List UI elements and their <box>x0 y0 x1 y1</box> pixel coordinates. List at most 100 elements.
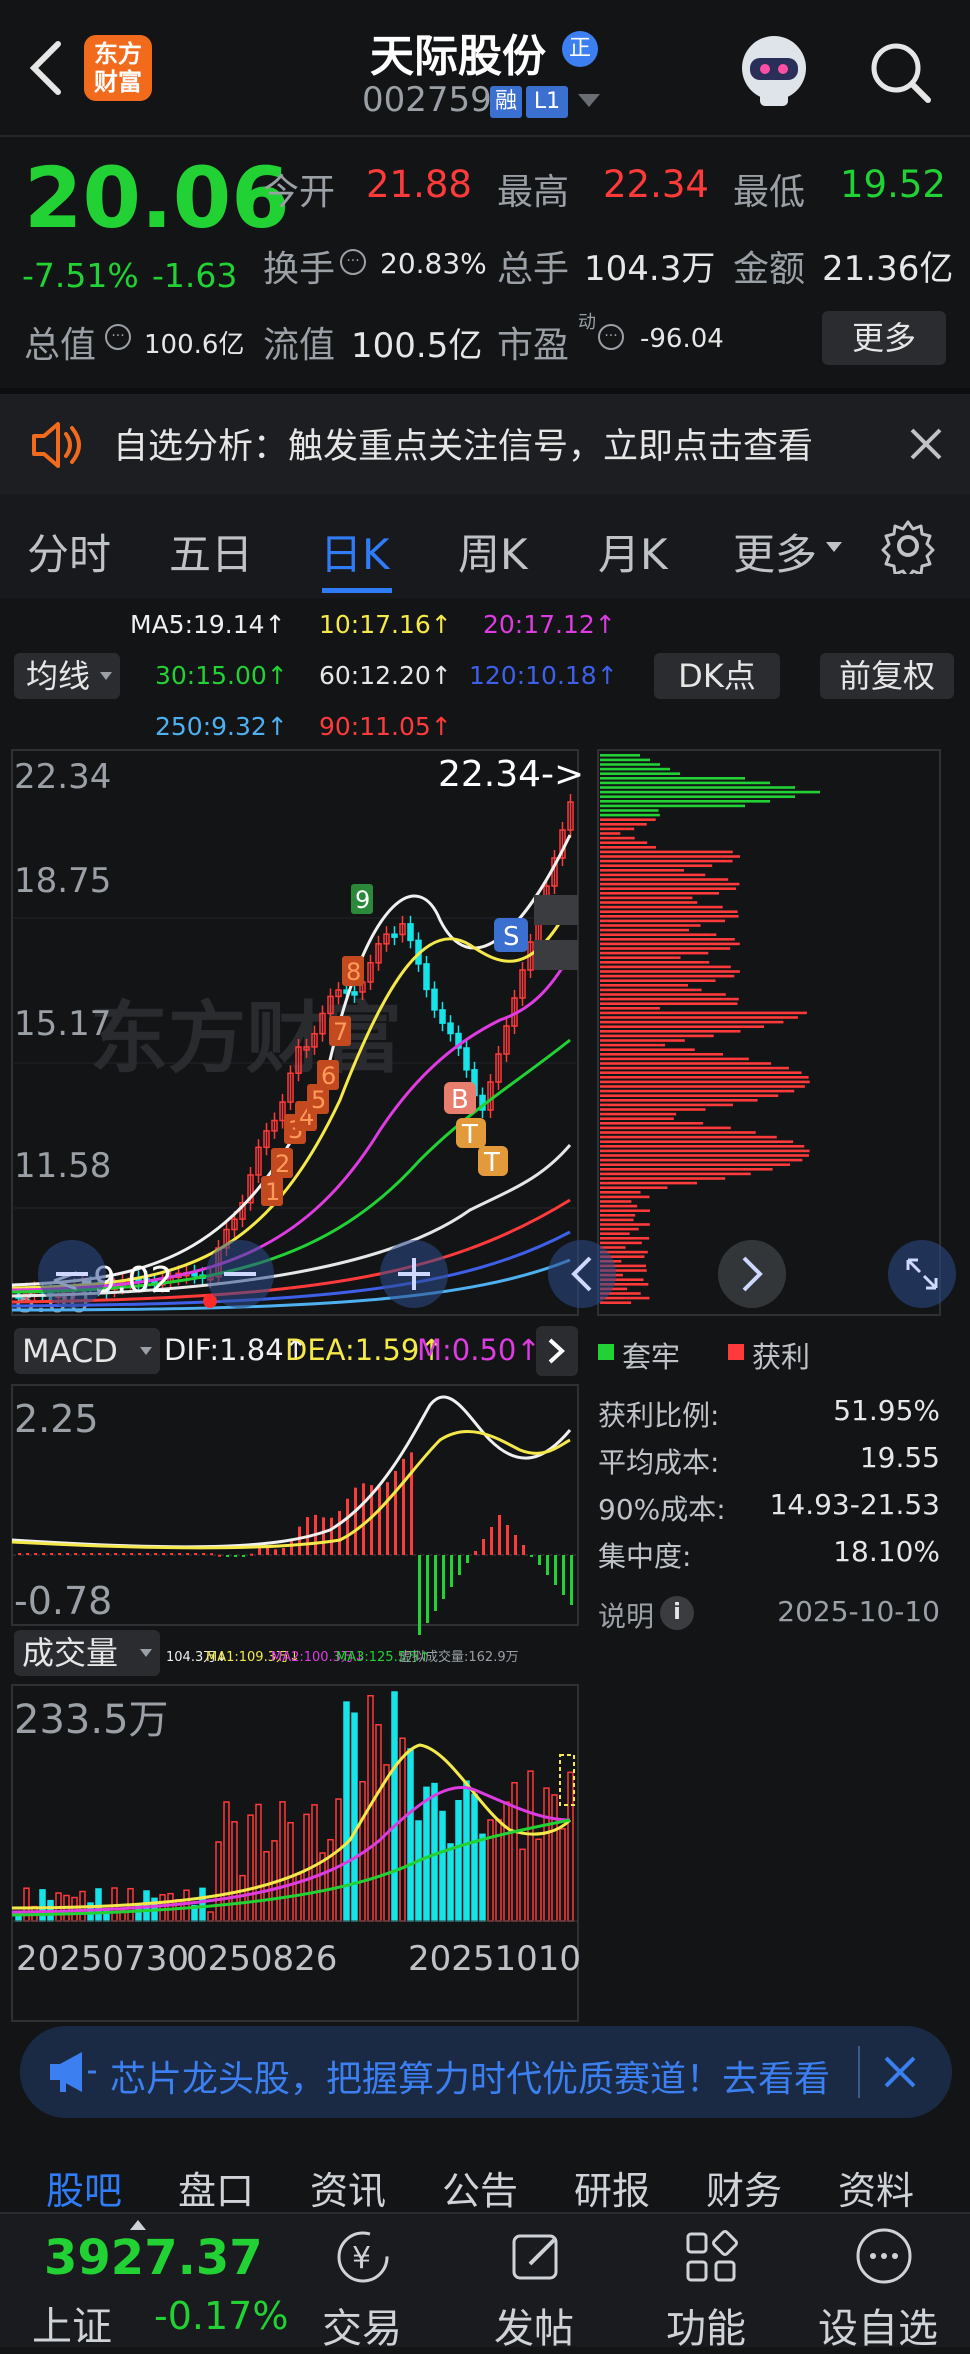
candle-body <box>439 1009 446 1024</box>
settings-gear-icon[interactable] <box>880 518 936 580</box>
back-icon[interactable] <box>20 38 70 98</box>
dk-point-button[interactable]: DK点 <box>654 653 780 699</box>
trade-label[interactable]: 交易 <box>322 2296 402 2354</box>
caret-down-icon <box>140 1649 152 1657</box>
tab-financials[interactable]: 财务 <box>706 2160 782 2215</box>
tab-monthly-k[interactable]: 月K <box>598 521 668 582</box>
index-value[interactable]: 3927.37 <box>44 2230 263 2286</box>
macd-bar <box>442 1555 445 1599</box>
y-label: 15.17 <box>14 1004 111 1044</box>
tab-five-day[interactable]: 五日 <box>169 521 253 582</box>
volume-bar <box>463 1780 470 1922</box>
info-icon[interactable]: i <box>660 1596 694 1630</box>
chip-bar <box>600 933 717 936</box>
chip-bar <box>600 804 745 808</box>
more-dots-icon[interactable] <box>854 2226 914 2286</box>
header-bar: 东方 财富 天际股份 正 002759 融 L1 <box>0 0 970 135</box>
close-icon[interactable] <box>880 2052 920 2092</box>
post-label[interactable]: 发帖 <box>494 2296 574 2354</box>
divider <box>858 2046 860 2098</box>
volume-bar <box>279 1801 286 1922</box>
ad-banner[interactable]: 芯片龙头股，把握算力时代优质赛道！去看看 <box>20 2026 952 2118</box>
macd-bar <box>562 1555 565 1595</box>
fullscreen-icon[interactable] <box>888 1240 956 1308</box>
macd-bar <box>50 1553 53 1555</box>
chevron-down-icon[interactable] <box>578 94 600 107</box>
chip-bar <box>600 763 660 766</box>
volume-bar <box>415 1820 422 1922</box>
grid-icon[interactable] <box>682 2228 740 2286</box>
info-icon[interactable]: ··· <box>340 249 366 275</box>
adjust-button[interactable]: 前复权 <box>820 653 954 699</box>
tab-research[interactable]: 研报 <box>574 2160 650 2215</box>
turnover-label: 换手 <box>263 249 336 290</box>
low-label: 最低 <box>733 172 806 213</box>
macd-bar <box>26 1553 29 1555</box>
tab-profile[interactable]: 资料 <box>838 2160 914 2215</box>
macd-selector[interactable]: MACD <box>14 1328 160 1374</box>
chip-distribution <box>600 754 820 1304</box>
macd-bar <box>402 1458 405 1555</box>
macd-bar <box>274 1549 277 1555</box>
ma-selector[interactable]: 均线 <box>14 653 120 699</box>
function-label[interactable]: 功能 <box>666 2296 746 2354</box>
sequence-label: 9 <box>355 886 370 914</box>
tab-daily-k[interactable]: 日K <box>320 521 390 582</box>
scroll-right-icon[interactable] <box>718 1240 786 1308</box>
post-icon[interactable] <box>508 2228 566 2286</box>
kline-chart[interactable]: 东方财富 22.34 18.75 15.17 11.58 8.00 22.34-… <box>0 740 970 2030</box>
chip-bar <box>600 795 795 798</box>
chip-bar <box>600 1043 666 1047</box>
macd-bar <box>66 1553 69 1555</box>
macd-bar <box>226 1555 229 1557</box>
candle-body <box>463 1047 470 1071</box>
tab-forum[interactable]: 股吧 <box>46 2160 122 2215</box>
volume-bar <box>215 1841 222 1922</box>
close-icon[interactable] <box>906 424 946 464</box>
macd-bar <box>162 1553 165 1555</box>
info-icon[interactable]: ··· <box>598 324 624 350</box>
chip-bar <box>600 800 770 803</box>
tab-orderbook[interactable]: 盘口 <box>178 2160 254 2215</box>
add-watchlist-label[interactable]: 设自选 <box>818 2296 938 2354</box>
chip-bar <box>600 905 723 909</box>
search-icon[interactable] <box>868 40 932 104</box>
mktcap-value: 100.6亿 <box>144 330 245 360</box>
volume-bar <box>167 1892 174 1922</box>
chip-label: 集中度: <box>598 1540 692 1573</box>
volume-bar <box>447 1843 454 1922</box>
chip-bar <box>600 813 660 817</box>
macd-bar <box>410 1452 413 1555</box>
tab-weekly-k[interactable]: 周K <box>458 521 528 582</box>
chip-bar <box>600 993 726 996</box>
macd-m: M:0.50↑ <box>417 1333 541 1367</box>
chip-bar <box>600 979 716 982</box>
chip-bar <box>600 864 713 867</box>
tab-news[interactable]: 资讯 <box>310 2160 386 2215</box>
trade-icon[interactable]: ¥ <box>334 2228 392 2286</box>
chip-bar <box>600 1117 674 1120</box>
volume-bar <box>559 1828 566 1922</box>
info-icon[interactable]: ··· <box>105 324 131 350</box>
macd-bar <box>194 1553 197 1555</box>
tab-intraday[interactable]: 分时 <box>27 521 111 582</box>
chip-bar <box>600 772 680 775</box>
scroll-left-icon[interactable] <box>548 1240 616 1308</box>
chip-bar <box>600 1112 677 1116</box>
macd-bar <box>378 1486 381 1555</box>
megaphone-icon <box>46 2050 96 2094</box>
chip-bar <box>600 887 737 890</box>
volume-selector[interactable]: 成交量 <box>14 1630 160 1676</box>
level-tag[interactable]: L1 <box>526 86 568 118</box>
virtual-volume-bar <box>559 1754 575 1806</box>
chip-bar <box>600 947 731 950</box>
app-logo[interactable]: 东方 财富 <box>84 35 152 101</box>
robot-avatar[interactable] <box>732 28 816 112</box>
more-button[interactable]: 更多 <box>822 311 946 365</box>
notice-bar[interactable]: 自选分析：触发重点关注信号，立即点击查看 <box>0 394 970 494</box>
tab-more[interactable]: 更多 <box>733 521 817 582</box>
ma5-legend: MA5:19.14↑ <box>130 610 286 639</box>
last-price: 20.06 <box>24 149 290 247</box>
tab-announcements[interactable]: 公告 <box>442 2160 518 2215</box>
indicator-next-button[interactable] <box>536 1326 578 1376</box>
